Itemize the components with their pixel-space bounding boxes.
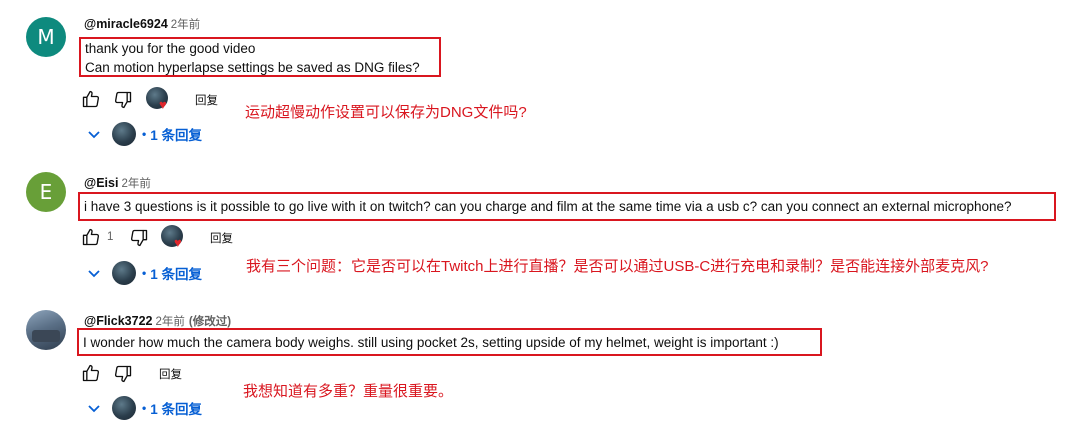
dislike-button[interactable]	[112, 89, 134, 111]
comment-text: i have 3 questions is it possible to go …	[78, 192, 1056, 221]
thumbs-up-icon	[82, 364, 100, 382]
chevron-down-icon	[88, 131, 100, 139]
translation-note: 我有三个问题：它是否可以在Twitch上进行直播？是否可以通过USB-C进行充电…	[246, 258, 989, 275]
comment-header: @Flick3722 2年前 (修改过)	[84, 313, 231, 329]
thumbs-up-icon	[82, 228, 100, 246]
view-replies-button[interactable]: • 1 条回复	[86, 261, 202, 285]
thumbs-up-icon	[82, 90, 100, 108]
reply-avatar	[112, 396, 136, 420]
reply-avatar	[112, 261, 136, 285]
avatar-photo-detail	[32, 330, 60, 342]
author-handle[interactable]: @Flick3722	[84, 314, 152, 328]
avatar[interactable]	[26, 310, 66, 350]
comment-thread: E @Eisi 2年前 i have 3 questions is it poss…	[0, 150, 1078, 290]
chevron-down-icon	[88, 270, 100, 278]
thumbs-down-icon	[114, 91, 132, 109]
like-button[interactable]	[80, 362, 102, 384]
replies-count: 1 条回复	[150, 267, 202, 282]
avatar[interactable]: E	[26, 172, 66, 212]
view-replies-button[interactable]: • 1 条回复	[86, 122, 202, 146]
replies-count: 1 条回复	[150, 128, 202, 143]
timestamp[interactable]: 2年前	[155, 316, 184, 328]
comment-line: thank you for the good video	[85, 41, 256, 56]
dislike-button[interactable]	[112, 363, 134, 385]
replies-count: 1 条回复	[150, 402, 202, 417]
author-handle[interactable]: @miracle6924	[84, 17, 168, 31]
comment-header: @Eisi 2年前	[84, 175, 151, 191]
comment-thread: @Flick3722 2年前 (修改过) I wonder how much the…	[0, 290, 1078, 434]
thumbs-down-icon	[130, 229, 148, 247]
chevron-down-icon	[88, 405, 100, 413]
avatar[interactable]: M	[26, 17, 66, 57]
view-replies-button[interactable]: • 1 条回复	[86, 396, 202, 420]
reply-button[interactable]: 回复	[210, 230, 233, 246]
heart-icon: ♥	[159, 97, 167, 112]
like-button[interactable]	[80, 226, 102, 248]
edited-label: (修改过)	[188, 316, 232, 328]
thumbs-down-icon	[114, 365, 132, 383]
comment-line: I wonder how much the camera body weighs…	[83, 335, 779, 350]
translation-note: 运动超慢动作设置可以保存为DNG文件吗?	[245, 104, 527, 121]
dislike-button[interactable]	[128, 227, 150, 249]
comment-line: i have 3 questions is it possible to go …	[84, 199, 1012, 214]
comment-text: I wonder how much the camera body weighs…	[77, 328, 822, 356]
translation-note: 我想知道有多重？重量很重要。	[243, 383, 454, 400]
comment-header: @miracle6924 2年前	[84, 16, 200, 32]
reply-button[interactable]: 回复	[195, 92, 218, 108]
creator-heart-badge[interactable]: ♥	[146, 87, 174, 115]
comment-line: Can motion hyperlapse settings be saved …	[85, 60, 420, 75]
timestamp[interactable]: 2年前	[171, 19, 200, 31]
comment-thread: M @miracle6924 2年前 thank you for the good…	[0, 0, 1078, 150]
heart-icon: ♥	[174, 235, 182, 250]
creator-heart-badge[interactable]: ♥	[161, 225, 189, 253]
comment-text: thank you for the good video Can motion …	[79, 37, 441, 77]
timestamp[interactable]: 2年前	[121, 178, 150, 190]
author-handle[interactable]: @Eisi	[84, 176, 118, 190]
reply-button[interactable]: 回复	[159, 366, 182, 382]
reply-avatar	[112, 122, 136, 146]
like-button[interactable]	[80, 88, 102, 110]
like-count: 1	[107, 231, 114, 243]
